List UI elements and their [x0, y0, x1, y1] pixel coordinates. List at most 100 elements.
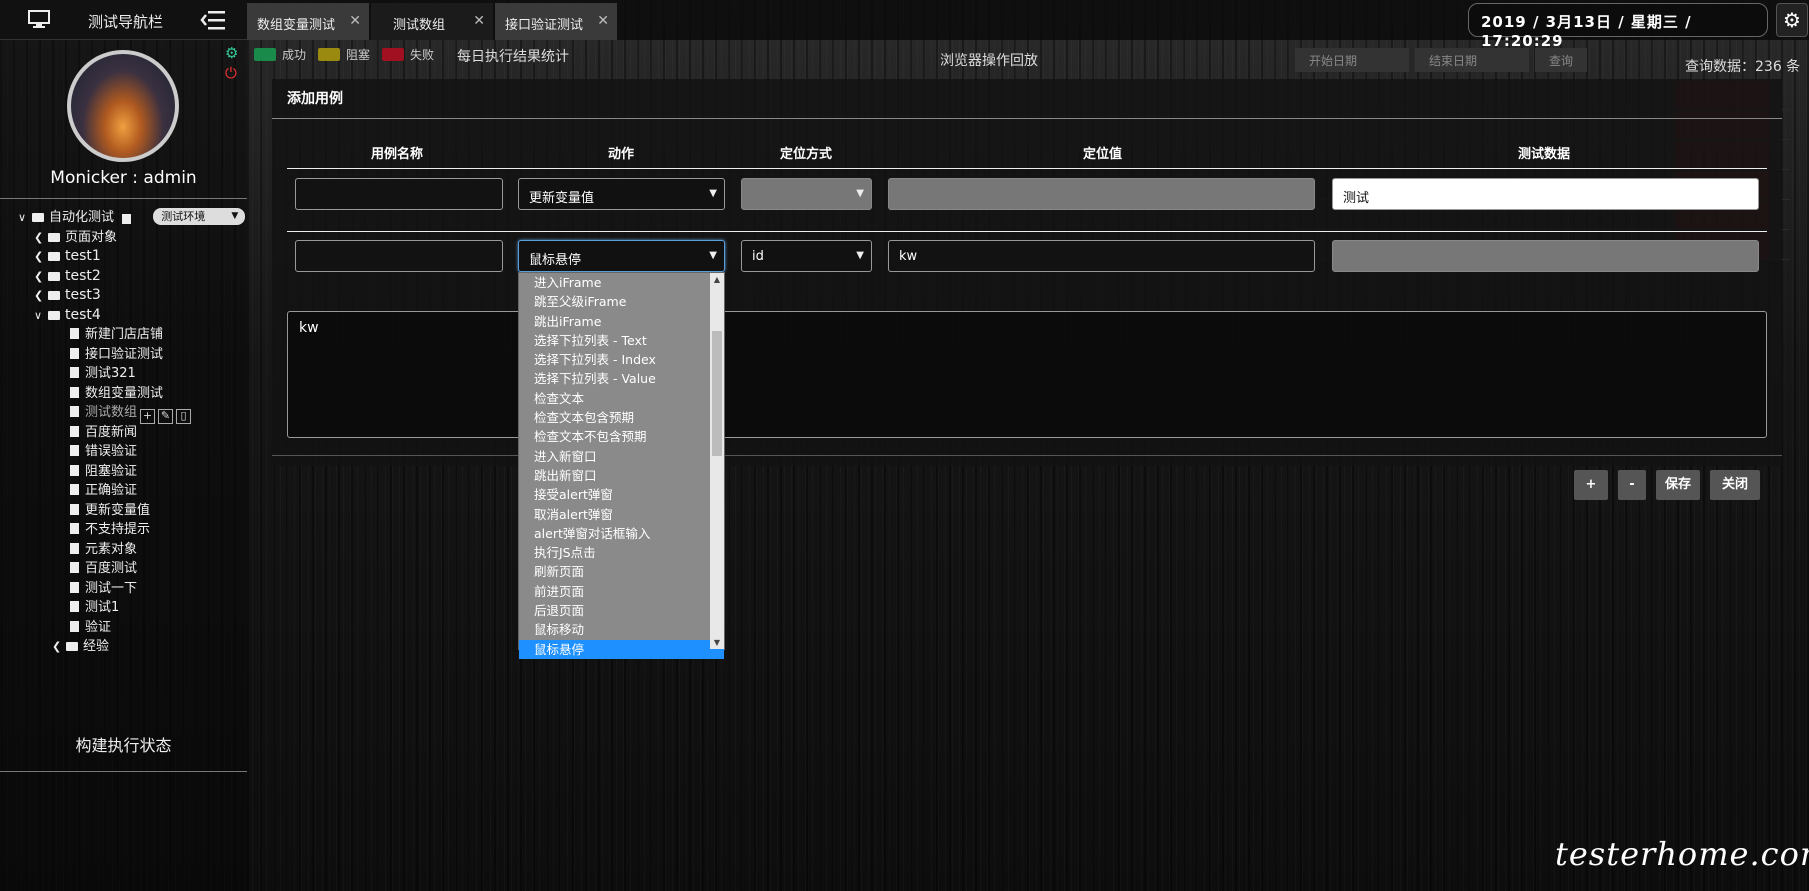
- action-value: 鼠标悬停: [529, 253, 582, 268]
- action-select[interactable]: 鼠标悬停 ▼: [518, 240, 725, 272]
- dropdown-option[interactable]: alert弹窗对话框输入: [519, 524, 724, 543]
- chevron-down-icon[interactable]: ∨: [34, 306, 48, 326]
- tree-item-experience[interactable]: ❮ 经验: [18, 637, 245, 657]
- scroll-down-icon[interactable]: ▼: [710, 638, 724, 647]
- test-data-input[interactable]: 测试: [1332, 178, 1759, 210]
- power-icon[interactable]: ⏻: [225, 64, 237, 82]
- test-data-input[interactable]: [1332, 240, 1759, 272]
- case-item[interactable]: 验证: [18, 618, 245, 638]
- folder-icon: [48, 252, 60, 261]
- tree-item-test4[interactable]: ∨ test4: [18, 306, 245, 326]
- dropdown-option[interactable]: 跳出新窗口: [519, 466, 724, 485]
- save-button[interactable]: 保存: [1656, 470, 1700, 500]
- case-item[interactable]: 测试1: [18, 598, 245, 618]
- menu-toggle-icon[interactable]: [200, 9, 226, 31]
- case-item[interactable]: 接口验证测试: [18, 345, 245, 365]
- locator-value-input[interactable]: [888, 178, 1315, 210]
- close-icon[interactable]: ✕: [473, 13, 485, 29]
- scroll-up-icon[interactable]: ▲: [710, 275, 724, 284]
- dropdown-option[interactable]: 进入iFrame: [519, 273, 724, 292]
- chevron-down-icon[interactable]: ∨: [18, 208, 32, 228]
- case-item[interactable]: 新建门店店铺: [18, 325, 245, 345]
- close-icon[interactable]: ✕: [597, 13, 609, 29]
- dropdown-option[interactable]: 选择下拉列表 - Value: [519, 369, 724, 388]
- query-button[interactable]: 查询: [1535, 48, 1588, 72]
- chevron-left-icon[interactable]: ❮: [34, 286, 48, 306]
- tab-test-array[interactable]: 测试数组 ✕: [371, 3, 493, 40]
- start-date-input[interactable]: 开始日期: [1295, 48, 1409, 72]
- dropdown-option[interactable]: 刷新页面: [519, 562, 724, 581]
- tree-root[interactable]: ∨ 自动化测试 测试环境 ▼: [18, 208, 246, 228]
- scrollbar-thumb[interactable]: [712, 331, 722, 456]
- dropdown-option[interactable]: 前进页面: [519, 582, 724, 601]
- locator-value: kw: [899, 249, 918, 264]
- gear-icon[interactable]: ⚙: [225, 44, 238, 62]
- env-select[interactable]: 测试环境 ▼: [153, 208, 246, 225]
- dropdown-scrollbar[interactable]: ▲ ▼: [710, 273, 724, 649]
- dropdown-option[interactable]: 跳至父级iFrame: [519, 292, 724, 311]
- close-button[interactable]: 关闭: [1710, 470, 1760, 500]
- chevron-left-icon[interactable]: ❮: [34, 247, 48, 267]
- document-icon: [70, 484, 79, 495]
- remove-row-button[interactable]: -: [1618, 470, 1646, 500]
- locator-type-select[interactable]: id ▼: [741, 240, 872, 272]
- dropdown-option[interactable]: 执行JS点击: [519, 543, 724, 562]
- case-item[interactable]: 百度新闻: [18, 423, 245, 443]
- settings-gear-icon[interactable]: ⚙: [1776, 3, 1808, 37]
- action-select[interactable]: 更新变量值 ▼: [518, 178, 725, 210]
- dropdown-option[interactable]: 检查文本不包含预期: [519, 427, 724, 446]
- case-name-input[interactable]: [295, 240, 503, 272]
- dropdown-option-selected[interactable]: 鼠标悬停: [519, 639, 724, 659]
- case-label: 元素对象: [85, 541, 138, 557]
- case-item-selected[interactable]: 测试数组 + ✎ ▯: [18, 403, 245, 424]
- end-date-input[interactable]: 结束日期: [1415, 48, 1529, 72]
- dropdown-option[interactable]: 鼠标移动: [519, 620, 724, 639]
- dropdown-option[interactable]: 选择下拉列表 - Text: [519, 331, 724, 350]
- document-icon: [70, 464, 79, 476]
- document-icon: [70, 347, 79, 359]
- document-icon: [70, 503, 79, 515]
- add-row-button[interactable]: +: [1574, 470, 1608, 500]
- chevron-left-icon[interactable]: ❮: [52, 637, 66, 657]
- divider: [287, 168, 1767, 169]
- user-label: Monicker : admin: [50, 168, 197, 188]
- dropdown-option[interactable]: 进入新窗口: [519, 447, 724, 466]
- case-item[interactable]: 阻塞验证: [18, 462, 245, 482]
- case-item[interactable]: 测试321: [18, 364, 245, 384]
- col-locator-value: 定位值: [1083, 147, 1123, 162]
- locator-type-select[interactable]: ▼: [741, 178, 872, 210]
- dropdown-option[interactable]: 检查文本包含预期: [519, 408, 724, 427]
- case-name-input[interactable]: [295, 178, 503, 210]
- tree-item-test1[interactable]: ❮ test1: [18, 247, 245, 267]
- chevron-left-icon[interactable]: ❮: [34, 228, 48, 248]
- case-item[interactable]: 错误验证: [18, 442, 245, 462]
- case-preview-textarea[interactable]: kw: [287, 311, 1767, 438]
- case-label: 数组变量测试: [85, 385, 164, 401]
- case-item[interactable]: 更新变量值: [18, 501, 245, 521]
- case-item[interactable]: 数组变量测试: [18, 384, 245, 404]
- document-icon: [70, 406, 79, 417]
- dropdown-option[interactable]: 选择下拉列表 - Index: [519, 350, 724, 369]
- chevron-left-icon[interactable]: ❮: [34, 267, 48, 287]
- case-label: 百度新闻: [85, 424, 138, 440]
- dropdown-option[interactable]: 检查文本: [519, 389, 724, 408]
- tree-item-page-objects[interactable]: ❮ 页面对象: [18, 228, 245, 248]
- close-icon[interactable]: ✕: [349, 13, 361, 29]
- dropdown-option[interactable]: 跳出iFrame: [519, 312, 724, 331]
- tree-item-test3[interactable]: ❮ test3: [18, 286, 245, 306]
- tree-item-label: test4: [65, 306, 101, 323]
- tab-array-variable[interactable]: 数组变量测试 ✕: [247, 3, 369, 40]
- case-item[interactable]: 正确验证: [18, 481, 245, 501]
- dropdown-option[interactable]: 后退页面: [519, 601, 724, 620]
- case-item[interactable]: 百度测试: [18, 559, 245, 579]
- dropdown-option[interactable]: 取消alert弹窗: [519, 505, 724, 524]
- case-item[interactable]: 不支持提示: [18, 520, 245, 540]
- dropdown-option[interactable]: 接受alert弹窗: [519, 485, 724, 504]
- case-item[interactable]: 元素对象: [18, 540, 245, 560]
- tree-item-test2[interactable]: ❮ test2: [18, 267, 245, 287]
- case-item[interactable]: 测试一下: [18, 579, 245, 599]
- locator-value-input[interactable]: kw: [888, 240, 1315, 272]
- monitor-icon[interactable]: [28, 10, 50, 28]
- tab-api-verify[interactable]: 接口验证测试 ✕: [495, 3, 617, 40]
- copy-icon[interactable]: [122, 214, 132, 224]
